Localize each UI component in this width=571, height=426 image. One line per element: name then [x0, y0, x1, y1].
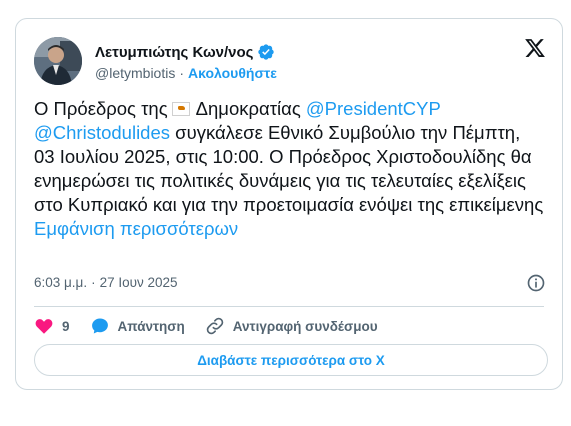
tweet-card: Λετυμπιώτης Κων/νος @letymbiotis · Ακολουθ… — [15, 18, 563, 390]
reply-button[interactable]: Απάντηση — [90, 316, 185, 336]
timestamp-separator: · — [91, 275, 96, 290]
author-handle-row: @letymbiotis · Ακολουθήστε — [95, 65, 277, 81]
follow-button[interactable]: Ακολουθήστε — [188, 65, 277, 81]
tweet-timestamp[interactable]: 6:03 μ.μ. · 27 Ιουν 2025 — [34, 275, 178, 290]
mention-christodulides-link[interactable]: @Christodulides — [34, 122, 170, 143]
x-logo-icon[interactable] — [524, 37, 546, 59]
cyprus-flag-icon — [171, 102, 190, 116]
read-more-button[interactable]: Διαβάστε περισσότερα στο X — [34, 344, 548, 376]
link-icon — [206, 317, 224, 335]
info-icon[interactable] — [526, 273, 546, 293]
tweet-text: Ο Πρόεδρος της Δημοκρατίας @PresidentCYP … — [34, 97, 544, 241]
tweet-time: 6:03 μ.μ. — [34, 275, 88, 290]
author-name[interactable]: Λετυμπιώτης Κων/νος — [95, 44, 253, 61]
actions-bar: 9 Απάντηση Αντιγραφή συνδέσμου — [34, 315, 398, 337]
avatar-image — [34, 37, 82, 85]
heart-icon — [35, 319, 53, 334]
verified-badge-icon — [258, 44, 275, 60]
read-more-label: Διαβάστε περισσότερα στο X — [197, 352, 385, 368]
like-count: 9 — [62, 318, 70, 334]
author-handle[interactable]: @letymbiotis — [95, 65, 175, 81]
author-name-row: Λετυμπιώτης Κων/νος — [95, 43, 275, 61]
like-button[interactable]: 9 — [34, 316, 70, 336]
tweet-text-part-1: Ο Πρόεδρος της — [34, 98, 168, 119]
tweet-text-part-2: Δημοκρατίας — [195, 98, 301, 119]
reply-bubble-icon — [91, 318, 108, 334]
copy-link-button[interactable]: Αντιγραφή συνδέσμου — [205, 316, 378, 336]
reply-label: Απάντηση — [117, 318, 185, 334]
handle-separator: · — [179, 65, 185, 81]
show-more-link[interactable]: Εμφάνιση περισσότερων — [34, 218, 238, 239]
copy-link-label: Αντιγραφή συνδέσμου — [232, 318, 378, 334]
mention-president-link[interactable]: @PresidentCYP — [306, 98, 441, 119]
divider — [34, 306, 544, 307]
avatar[interactable] — [34, 37, 82, 85]
tweet-date: 27 Ιουν 2025 — [99, 275, 178, 290]
